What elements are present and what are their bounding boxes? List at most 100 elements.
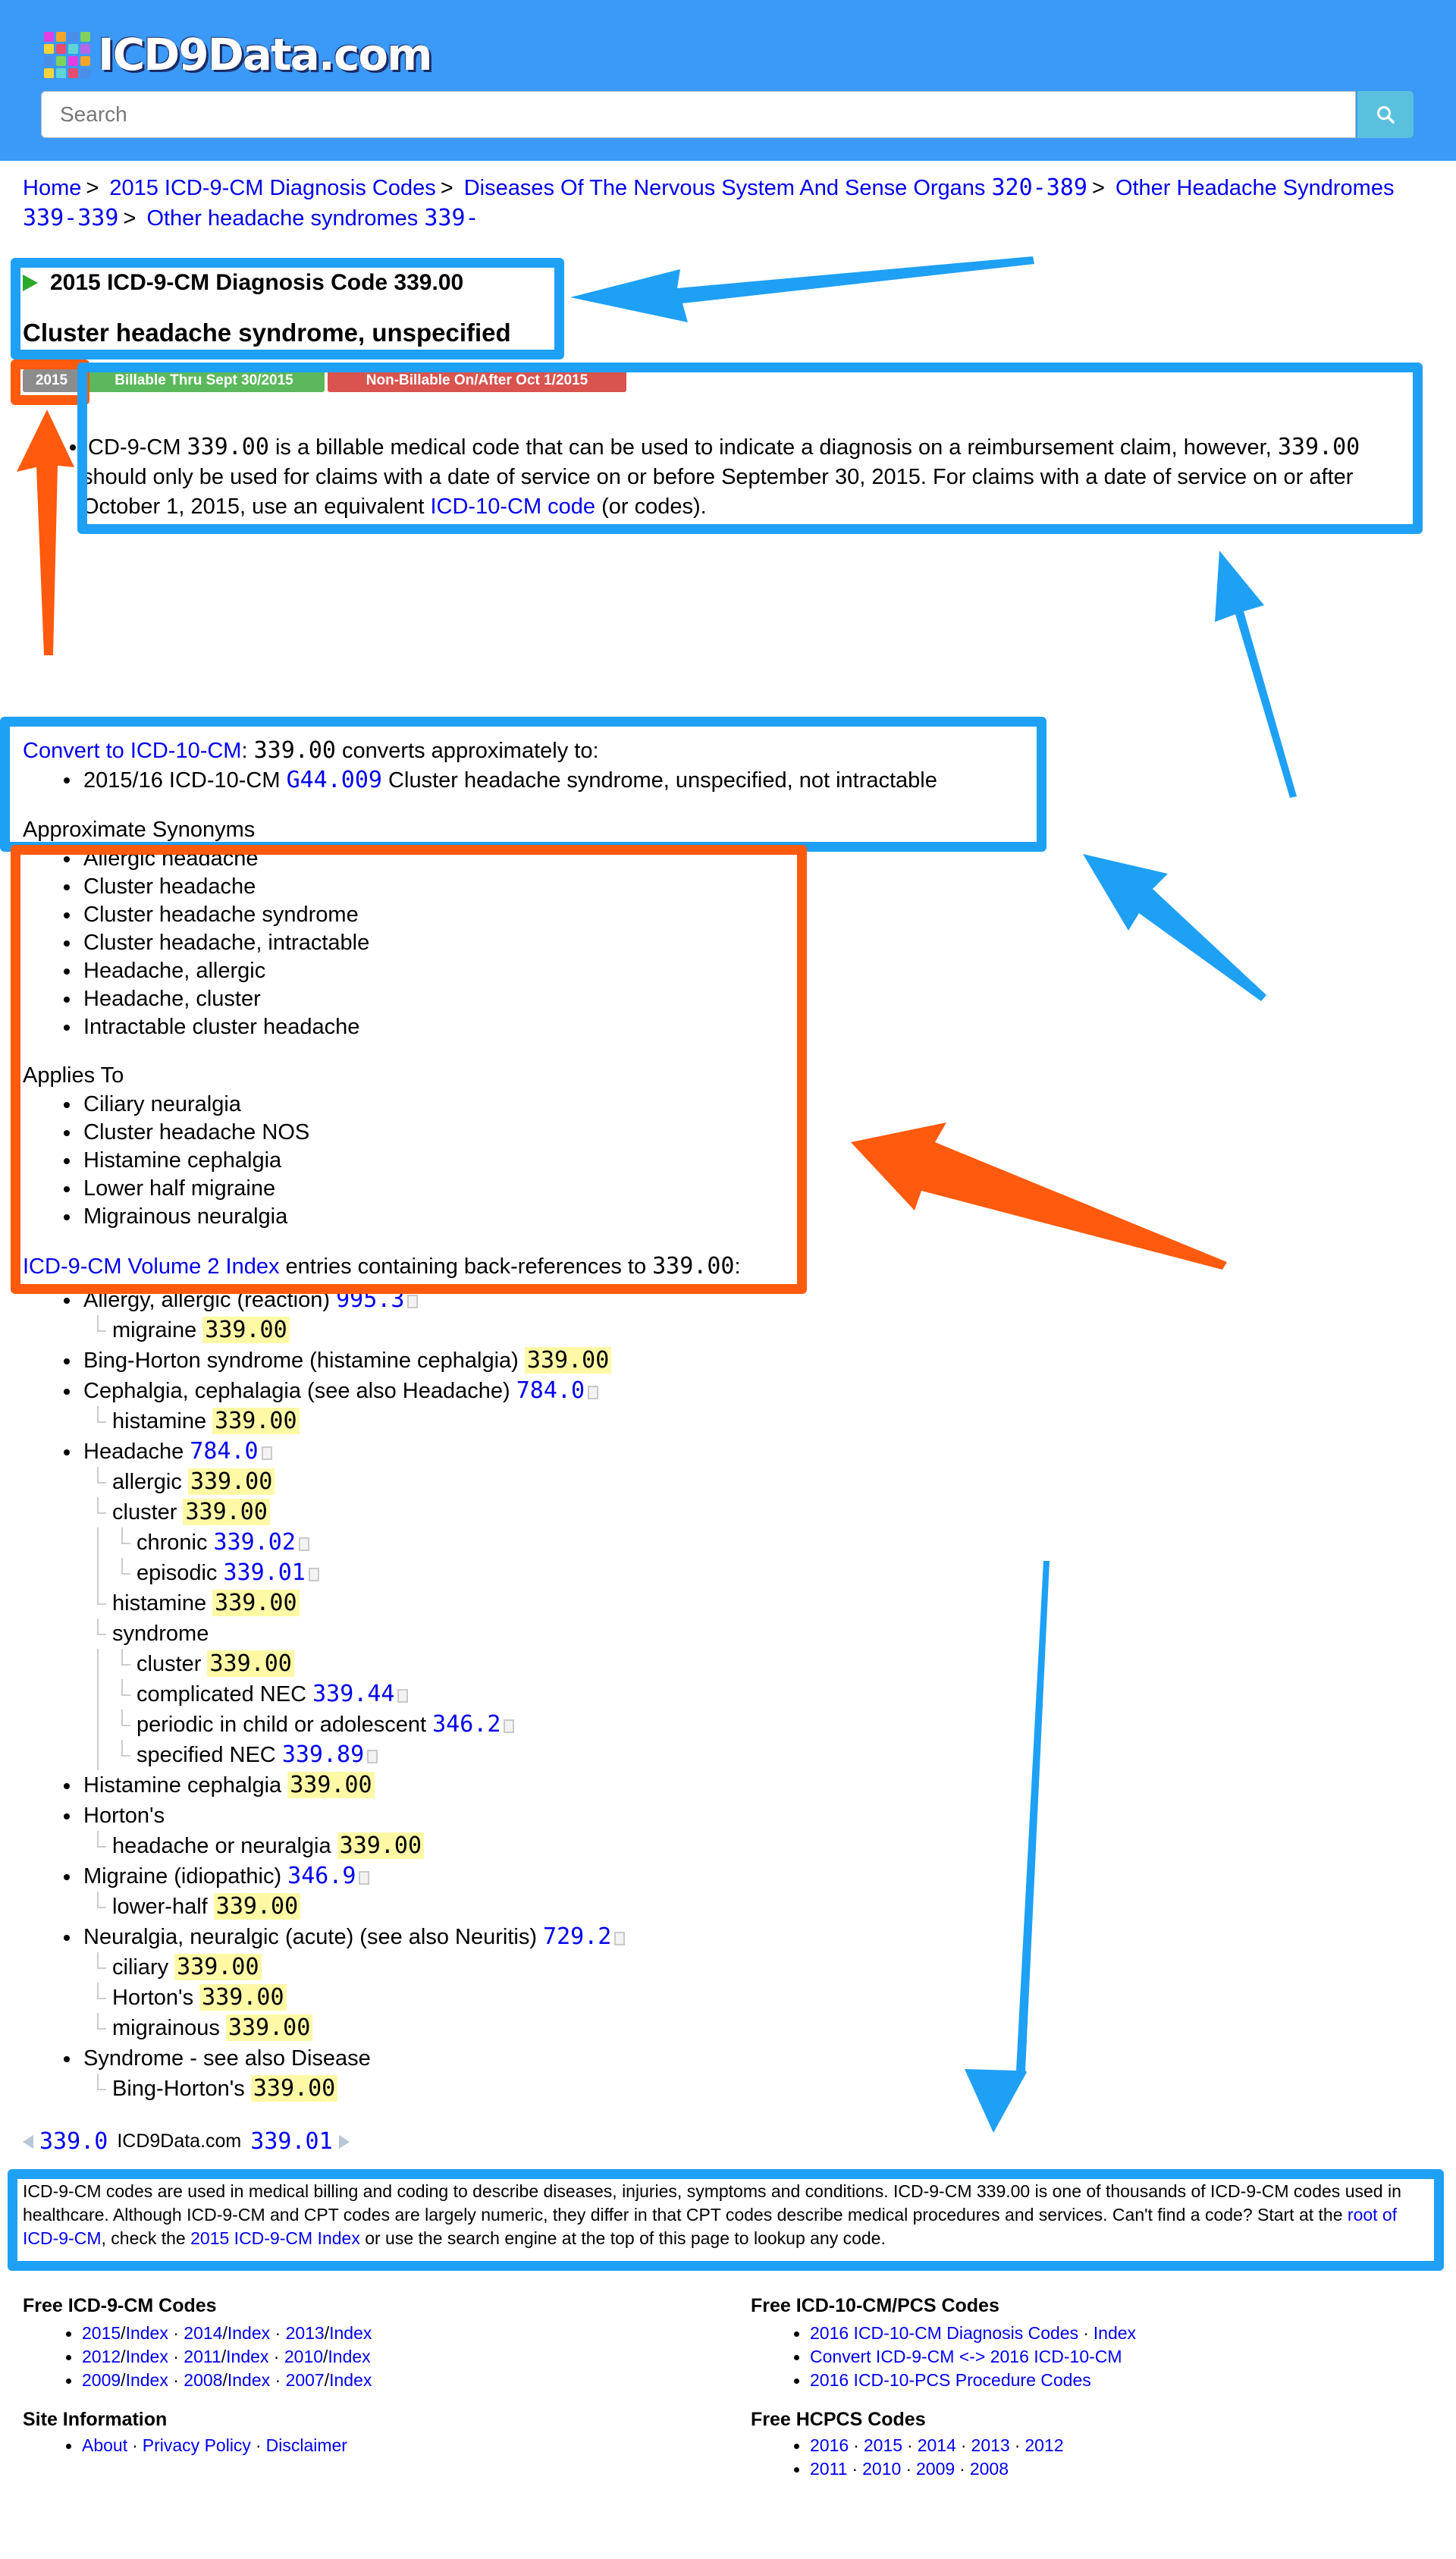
breadcrumb-2015-diagnosis[interactable]: 2015 ICD-9-CM Diagnosis Codes — [109, 176, 435, 200]
index-link[interactable]: Index — [226, 2347, 268, 2366]
list-item: 2016 ICD-10-CM Diagnosis Codes · Index — [751, 2322, 1136, 2345]
year-link[interactable]: 2011 — [184, 2347, 221, 2366]
annotation-box-title — [11, 258, 564, 360]
document-icon[interactable] — [359, 1871, 370, 1885]
index-entry-text: lower-half — [112, 1895, 214, 1919]
list-item: 2012/Index · 2011/Index · 2010/Index — [23, 2345, 372, 2369]
breadcrumb-nervous-system-code: 320-389 — [991, 174, 1087, 201]
tree-line — [97, 1528, 99, 1558]
year-link[interactable]: 2013 — [286, 2323, 325, 2343]
separator: · — [905, 2459, 912, 2479]
separator: · — [270, 2323, 286, 2343]
year-link[interactable]: 2007 — [286, 2370, 325, 2390]
separator: · — [907, 2435, 913, 2455]
search-input[interactable]: Search — [41, 91, 1356, 138]
index-entry-code-link[interactable]: 339.01 — [223, 1559, 305, 1586]
document-icon[interactable] — [504, 1719, 515, 1733]
arrow-icon — [1083, 854, 1266, 1001]
document-icon[interactable] — [397, 1689, 409, 1703]
index-entry-code-link[interactable]: 339.02 — [214, 1529, 296, 1556]
hcpcs-year-link[interactable]: 2008 — [970, 2459, 1009, 2479]
separator: · — [852, 2459, 858, 2479]
next-code-link[interactable]: 339.01 — [250, 2128, 332, 2155]
index-link[interactable]: Index — [329, 2370, 372, 2390]
breadcrumb-other-headache-syndromes-339[interactable]: Other headache syndromes 339- — [146, 205, 479, 231]
breadcrumb: Home > 2015 ICD-9-CM Diagnosis Codes > Dis… — [23, 174, 1395, 231]
list-item: 2011 · 2010 · 2009 · 2008 — [751, 2457, 1064, 2481]
index-entry: Syndrome - see also Disease — [23, 2043, 625, 2074]
index-entry-code: 339.00 — [287, 1772, 375, 1798]
index-link[interactable]: Index — [228, 2370, 270, 2390]
document-icon[interactable] — [367, 1750, 378, 1763]
document-icon[interactable] — [407, 1295, 419, 1308]
year-link[interactable]: 2015 — [82, 2323, 121, 2343]
list-item: 2016 · 2015 · 2014 · 2013 · 2012 — [751, 2434, 1064, 2457]
hcpcs-year-link[interactable]: 2014 — [918, 2435, 956, 2455]
year-link[interactable]: 2014 — [184, 2323, 222, 2343]
site-logo[interactable]: ICD9Data.com — [44, 29, 432, 80]
free-hcpcs-list: 2016 · 2015 · 2014 · 2013 · 2012 2011 · 2010 · 2009 · 2… — [751, 2434, 1064, 2481]
index-entry: histamine 339.00 — [23, 1588, 625, 1619]
index-entry: ciliary 339.00 — [23, 1952, 625, 1983]
index-link[interactable]: Index — [328, 2347, 370, 2366]
index-link[interactable]: Index — [228, 2323, 270, 2343]
index-entry-code-link[interactable]: 784.0 — [190, 1438, 258, 1465]
privacy-policy-link[interactable]: Privacy Policy — [143, 2435, 251, 2455]
icd10-diagnosis-codes-link[interactable]: 2016 ICD-10-CM Diagnosis Codes — [810, 2323, 1078, 2343]
index-tree: Allergy, allergic (reaction) 995.3 migrai… — [23, 1285, 626, 2104]
index-link[interactable]: Index — [126, 2323, 168, 2343]
document-icon[interactable] — [308, 1568, 319, 1581]
list-item: 2016 ICD-10-PCS Procedure Codes — [751, 2369, 1136, 2392]
document-icon[interactable] — [261, 1446, 272, 1460]
hcpcs-year-link[interactable]: 2015 — [864, 2435, 902, 2455]
hcpcs-year-link[interactable]: 2010 — [862, 2459, 901, 2479]
breadcrumb-home[interactable]: Home — [23, 176, 81, 200]
tree-line — [97, 1679, 99, 1710]
document-icon[interactable] — [614, 1932, 626, 1945]
hcpcs-year-link[interactable]: 2009 — [916, 2459, 955, 2479]
document-icon[interactable] — [298, 1537, 309, 1551]
search-button[interactable] — [1357, 91, 1414, 138]
index-link[interactable]: Index — [126, 2347, 168, 2366]
icd10-index-link[interactable]: Index — [1094, 2323, 1136, 2343]
nav-site-name: ICD9Data.com — [117, 2130, 242, 2152]
document-icon[interactable] — [588, 1386, 599, 1399]
annotation-box-description — [77, 363, 1423, 534]
hcpcs-year-link[interactable]: 2016 — [810, 2435, 849, 2455]
convert-icd9-icd10-link[interactable]: Convert ICD-9-CM <-> 2016 ICD-10-CM — [810, 2347, 1122, 2366]
year-link[interactable]: 2012 — [82, 2347, 121, 2366]
year-link[interactable]: 2009 — [82, 2370, 121, 2390]
next-arrow-icon[interactable] — [338, 2134, 350, 2149]
arrow-icon — [851, 1123, 1227, 1270]
hcpcs-year-link[interactable]: 2011 — [810, 2459, 847, 2479]
hcpcs-year-link[interactable]: 2013 — [971, 2435, 1010, 2455]
index-link[interactable]: Index — [126, 2370, 168, 2390]
index-entry: Cephalgia, cephalagia (see also Headache… — [23, 1376, 625, 1406]
breadcrumb-ohs-label: Other Headache Syndromes — [1115, 176, 1395, 200]
index-entry-code-link[interactable]: 346.9 — [287, 1863, 356, 1889]
hcpcs-year-link[interactable]: 2012 — [1025, 2435, 1063, 2455]
index-entry-text: Migraine (idiopathic) — [83, 1864, 288, 1889]
disclaimer-link[interactable]: Disclaimer — [266, 2435, 347, 2455]
index-entry-text: Horton's — [112, 1986, 200, 2010]
index-entry-code-link[interactable]: 784.0 — [516, 1377, 585, 1404]
index-entry-text: histamine — [112, 1409, 213, 1433]
index-entry-text: Histamine cephalgia — [83, 1773, 288, 1798]
index-entry-code-link[interactable]: 339.44 — [312, 1681, 394, 1707]
previous-code-link[interactable]: 339.0 — [39, 2128, 108, 2155]
icd10-pcs-link[interactable]: 2016 ICD-10-PCS Procedure Codes — [810, 2370, 1091, 2390]
about-link[interactable]: About — [82, 2435, 127, 2455]
index-entry-code-link[interactable]: 346.2 — [432, 1711, 500, 1738]
site-header: ICD9Data.com Search — [0, 0, 1456, 161]
year-link[interactable]: 2010 — [284, 2347, 323, 2366]
breadcrumb-nervous-system[interactable]: Diseases Of The Nervous System And Sense… — [464, 174, 1087, 201]
index-entry: Bing-Horton syndrome (histamine cephalgi… — [23, 1345, 625, 1376]
index-entry-text: ciliary — [112, 1955, 175, 1980]
index-link[interactable]: Index — [329, 2323, 372, 2343]
previous-arrow-icon[interactable] — [23, 2134, 33, 2149]
year-link[interactable]: 2008 — [184, 2370, 222, 2390]
index-entry-code-link[interactable]: 339.89 — [282, 1741, 364, 1768]
index-entry-code-link[interactable]: 729.2 — [543, 1923, 611, 1950]
breadcrumb-ohs-code: 339-339 — [23, 205, 119, 231]
breadcrumb-ohs339-code: 339- — [424, 205, 479, 231]
